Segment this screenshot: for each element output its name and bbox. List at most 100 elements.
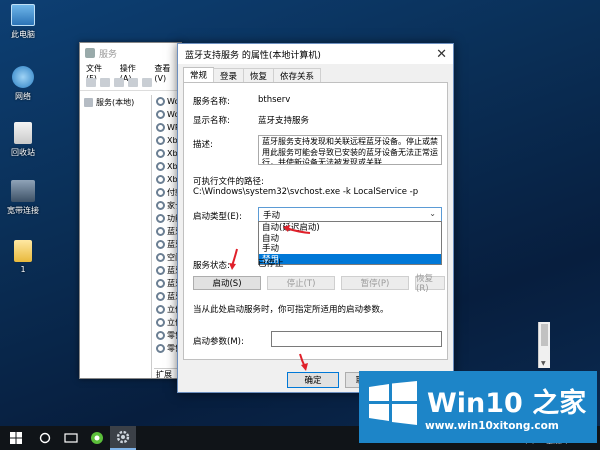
service-name: Xb	[167, 136, 178, 145]
tab-general[interactable]: 常规	[183, 67, 215, 82]
pc-icon	[11, 4, 35, 26]
gear-icon	[156, 227, 165, 236]
services-menu-bar: 文件(F) 操作(A) 查看(V)	[80, 63, 181, 83]
description-box[interactable]: 蓝牙服务支持发现和关联远程蓝牙设备。停止或禁用此服务可能会导致已安装的蓝牙设备无…	[258, 135, 442, 165]
services-title: 服务	[99, 49, 118, 60]
windows-logo-icon	[369, 381, 417, 425]
param-input[interactable]	[271, 331, 442, 347]
startup-option-manual[interactable]: 手动	[259, 243, 441, 254]
dialog-tabs: 常规 登录 恢复 依存关系	[183, 67, 322, 82]
desktop-icon-label: 网络	[15, 92, 31, 101]
desktop-pc-icon[interactable]: 此电脑	[4, 4, 42, 40]
param-label: 启动参数(M):	[193, 337, 244, 347]
desktop-icon-label: 1	[20, 265, 26, 274]
red-arrow-to-auto-icon	[283, 225, 311, 234]
back-icon[interactable]	[86, 78, 96, 87]
pause-button[interactable]: 暂停(P)	[341, 276, 409, 290]
service-name: Xb	[167, 175, 178, 184]
description-label: 描述:	[193, 140, 213, 150]
path-value: C:\Windows\system32\svchost.exe -k Local…	[193, 187, 419, 197]
services-scrollbar[interactable]: ▼	[538, 322, 550, 368]
red-arrow-to-start-icon	[229, 248, 238, 270]
startup-type-label: 启动类型(E):	[193, 212, 242, 222]
gear-icon	[156, 292, 165, 301]
red-arrow-to-ok-icon	[299, 353, 308, 371]
stop-button[interactable]: 停止(T)	[267, 276, 335, 290]
gear-icon	[156, 279, 165, 288]
tab-logon[interactable]: 登录	[213, 68, 245, 82]
gear-icon	[156, 162, 165, 171]
services-window[interactable]: 服务 文件(F) 操作(A) 查看(V) 服务(本地) WoWoWPXbXbXb…	[79, 42, 184, 379]
menu-action[interactable]: 操作(A)	[120, 63, 147, 83]
tree-node-local[interactable]: 服务(本地)	[80, 95, 151, 110]
service-status-value: 已停止	[258, 259, 284, 269]
general-panel: 服务名称: bthserv 显示名称: 蓝牙支持服务 描述: 蓝牙服务支持发现和…	[183, 82, 448, 360]
win10-watermark: Win10 之家 www.win10xitong.com	[359, 371, 597, 443]
desktop-network-icon[interactable]: 网络	[4, 66, 42, 102]
gear-icon	[156, 136, 165, 145]
dialog-title: 蓝牙支持服务 的属性(本地计算机)	[185, 50, 321, 61]
task-view-icon[interactable]	[58, 426, 84, 450]
start-icon[interactable]	[0, 426, 32, 450]
gear-icon	[156, 214, 165, 223]
windows-logo-icon	[10, 432, 22, 444]
ok-button[interactable]: 确定	[287, 372, 339, 388]
menu-file[interactable]: 文件(F)	[86, 63, 112, 83]
recycle-bin-icon	[14, 122, 32, 144]
gear-icon	[156, 253, 165, 262]
close-icon[interactable]: ✕	[436, 47, 447, 62]
gear-icon	[156, 201, 165, 210]
desktop-icon-label: 回收站	[11, 148, 35, 157]
services-tree: 服务(本地)	[80, 95, 152, 378]
desktop-folder-icon[interactable]: 1	[4, 240, 42, 274]
display-name-value: 蓝牙支持服务	[258, 116, 310, 126]
display-name-label: 显示名称:	[193, 116, 230, 126]
folder-icon	[14, 240, 32, 262]
tab-dependencies[interactable]: 依存关系	[273, 68, 322, 82]
watermark-title: Win10 之家	[427, 388, 587, 419]
startup-option-disabled[interactable]: 禁用	[259, 253, 441, 265]
scrollbar-thumb[interactable]	[541, 324, 548, 346]
chevron-down-icon: ⌄	[429, 209, 436, 218]
start-button[interactable]: 启动(S)	[193, 276, 261, 290]
path-label: 可执行文件的路径:	[193, 177, 264, 187]
broadband-icon	[11, 180, 35, 202]
desktop-broadband-icon[interactable]: 宽带连接	[4, 180, 42, 216]
services-app-icon[interactable]	[110, 426, 136, 450]
dialog-title-bar[interactable]: 蓝牙支持服务 的属性(本地计算机) ✕	[178, 44, 453, 64]
forward-icon[interactable]	[100, 78, 110, 87]
network-icon	[12, 66, 34, 88]
service-name-value: bthserv	[258, 95, 291, 105]
resume-button[interactable]: 恢复(R)	[415, 274, 445, 294]
desktop-icon-label: 此电脑	[11, 30, 35, 39]
services-title-bar[interactable]: 服务	[80, 43, 181, 63]
gear-icon	[156, 123, 165, 132]
watermark-url: www.win10xitong.com	[425, 420, 559, 432]
gear-icon	[156, 110, 165, 119]
gear-icon	[156, 188, 165, 197]
service-name: Xb	[167, 162, 178, 171]
gear-icon	[156, 344, 165, 353]
service-status-label: 服务状态:	[193, 261, 230, 271]
tab-recovery[interactable]: 恢复	[243, 68, 275, 82]
scroll-down-icon[interactable]: ▼	[541, 360, 546, 367]
tree-node-label: 服务(本地)	[96, 98, 135, 107]
service-name-label: 服务名称:	[193, 97, 230, 107]
gear-icon	[84, 98, 93, 107]
desktop-recycle-bin-icon[interactable]: 回收站	[4, 122, 42, 158]
desktop-icon-label: 宽带连接	[7, 206, 39, 215]
toolbar-icon[interactable]	[142, 78, 152, 87]
gear-icon	[156, 305, 165, 314]
search-icon[interactable]	[32, 426, 58, 450]
toolbar-icon[interactable]	[114, 78, 124, 87]
gear-icon	[156, 266, 165, 275]
browser-app-icon[interactable]	[84, 426, 110, 450]
toolbar-icon[interactable]	[128, 78, 138, 87]
gear-icon	[156, 331, 165, 340]
startup-type-select[interactable]: 手动 ⌄	[258, 207, 442, 222]
gear-icon	[156, 175, 165, 184]
gear-icon	[156, 97, 165, 106]
service-name: Xb	[167, 149, 178, 158]
gear-icon	[156, 240, 165, 249]
gear-icon	[156, 149, 165, 158]
